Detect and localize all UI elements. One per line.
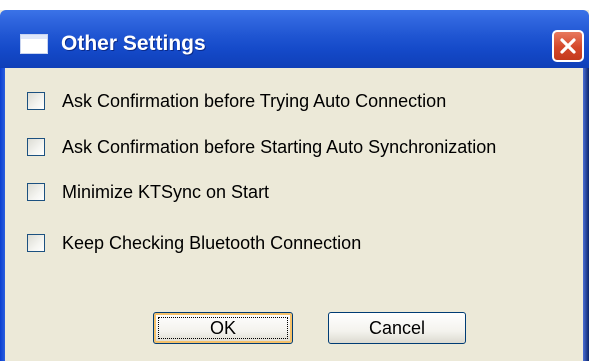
window-icon <box>20 34 48 54</box>
other-settings-dialog: Other Settings Ask Confirmation before T… <box>0 0 589 361</box>
minimize-on-start-checkbox[interactable] <box>27 183 45 201</box>
close-icon <box>560 38 576 54</box>
cancel-button[interactable]: Cancel <box>328 312 466 344</box>
ok-button[interactable]: OK <box>153 312 293 344</box>
window-frame-right <box>583 68 589 361</box>
option-auto-sync-confirm[interactable]: Ask Confirmation before Starting Auto Sy… <box>27 134 496 160</box>
auto-sync-confirm-checkbox[interactable] <box>27 138 45 156</box>
option-keep-checking-bluetooth[interactable]: Keep Checking Bluetooth Connection <box>27 230 361 256</box>
option-minimize-on-start[interactable]: Minimize KTSync on Start <box>27 179 269 205</box>
close-button[interactable] <box>552 30 584 62</box>
auto-connection-confirm-checkbox[interactable] <box>27 92 45 110</box>
title-bar[interactable]: Other Settings <box>0 10 589 68</box>
option-label: Ask Confirmation before Trying Auto Conn… <box>62 90 447 111</box>
ok-button-label: OK <box>209 317 236 338</box>
cancel-button-label: Cancel <box>368 317 426 338</box>
option-label: Ask Confirmation before Starting Auto Sy… <box>62 136 497 157</box>
option-label: Minimize KTSync on Start <box>62 181 270 202</box>
keep-checking-bluetooth-checkbox[interactable] <box>27 234 45 252</box>
top-margin <box>0 0 589 10</box>
option-label: Keep Checking Bluetooth Connection <box>62 232 362 253</box>
option-auto-connection-confirm[interactable]: Ask Confirmation before Trying Auto Conn… <box>27 88 446 114</box>
window-title: Other Settings <box>61 32 206 55</box>
window-frame-left <box>0 68 5 361</box>
